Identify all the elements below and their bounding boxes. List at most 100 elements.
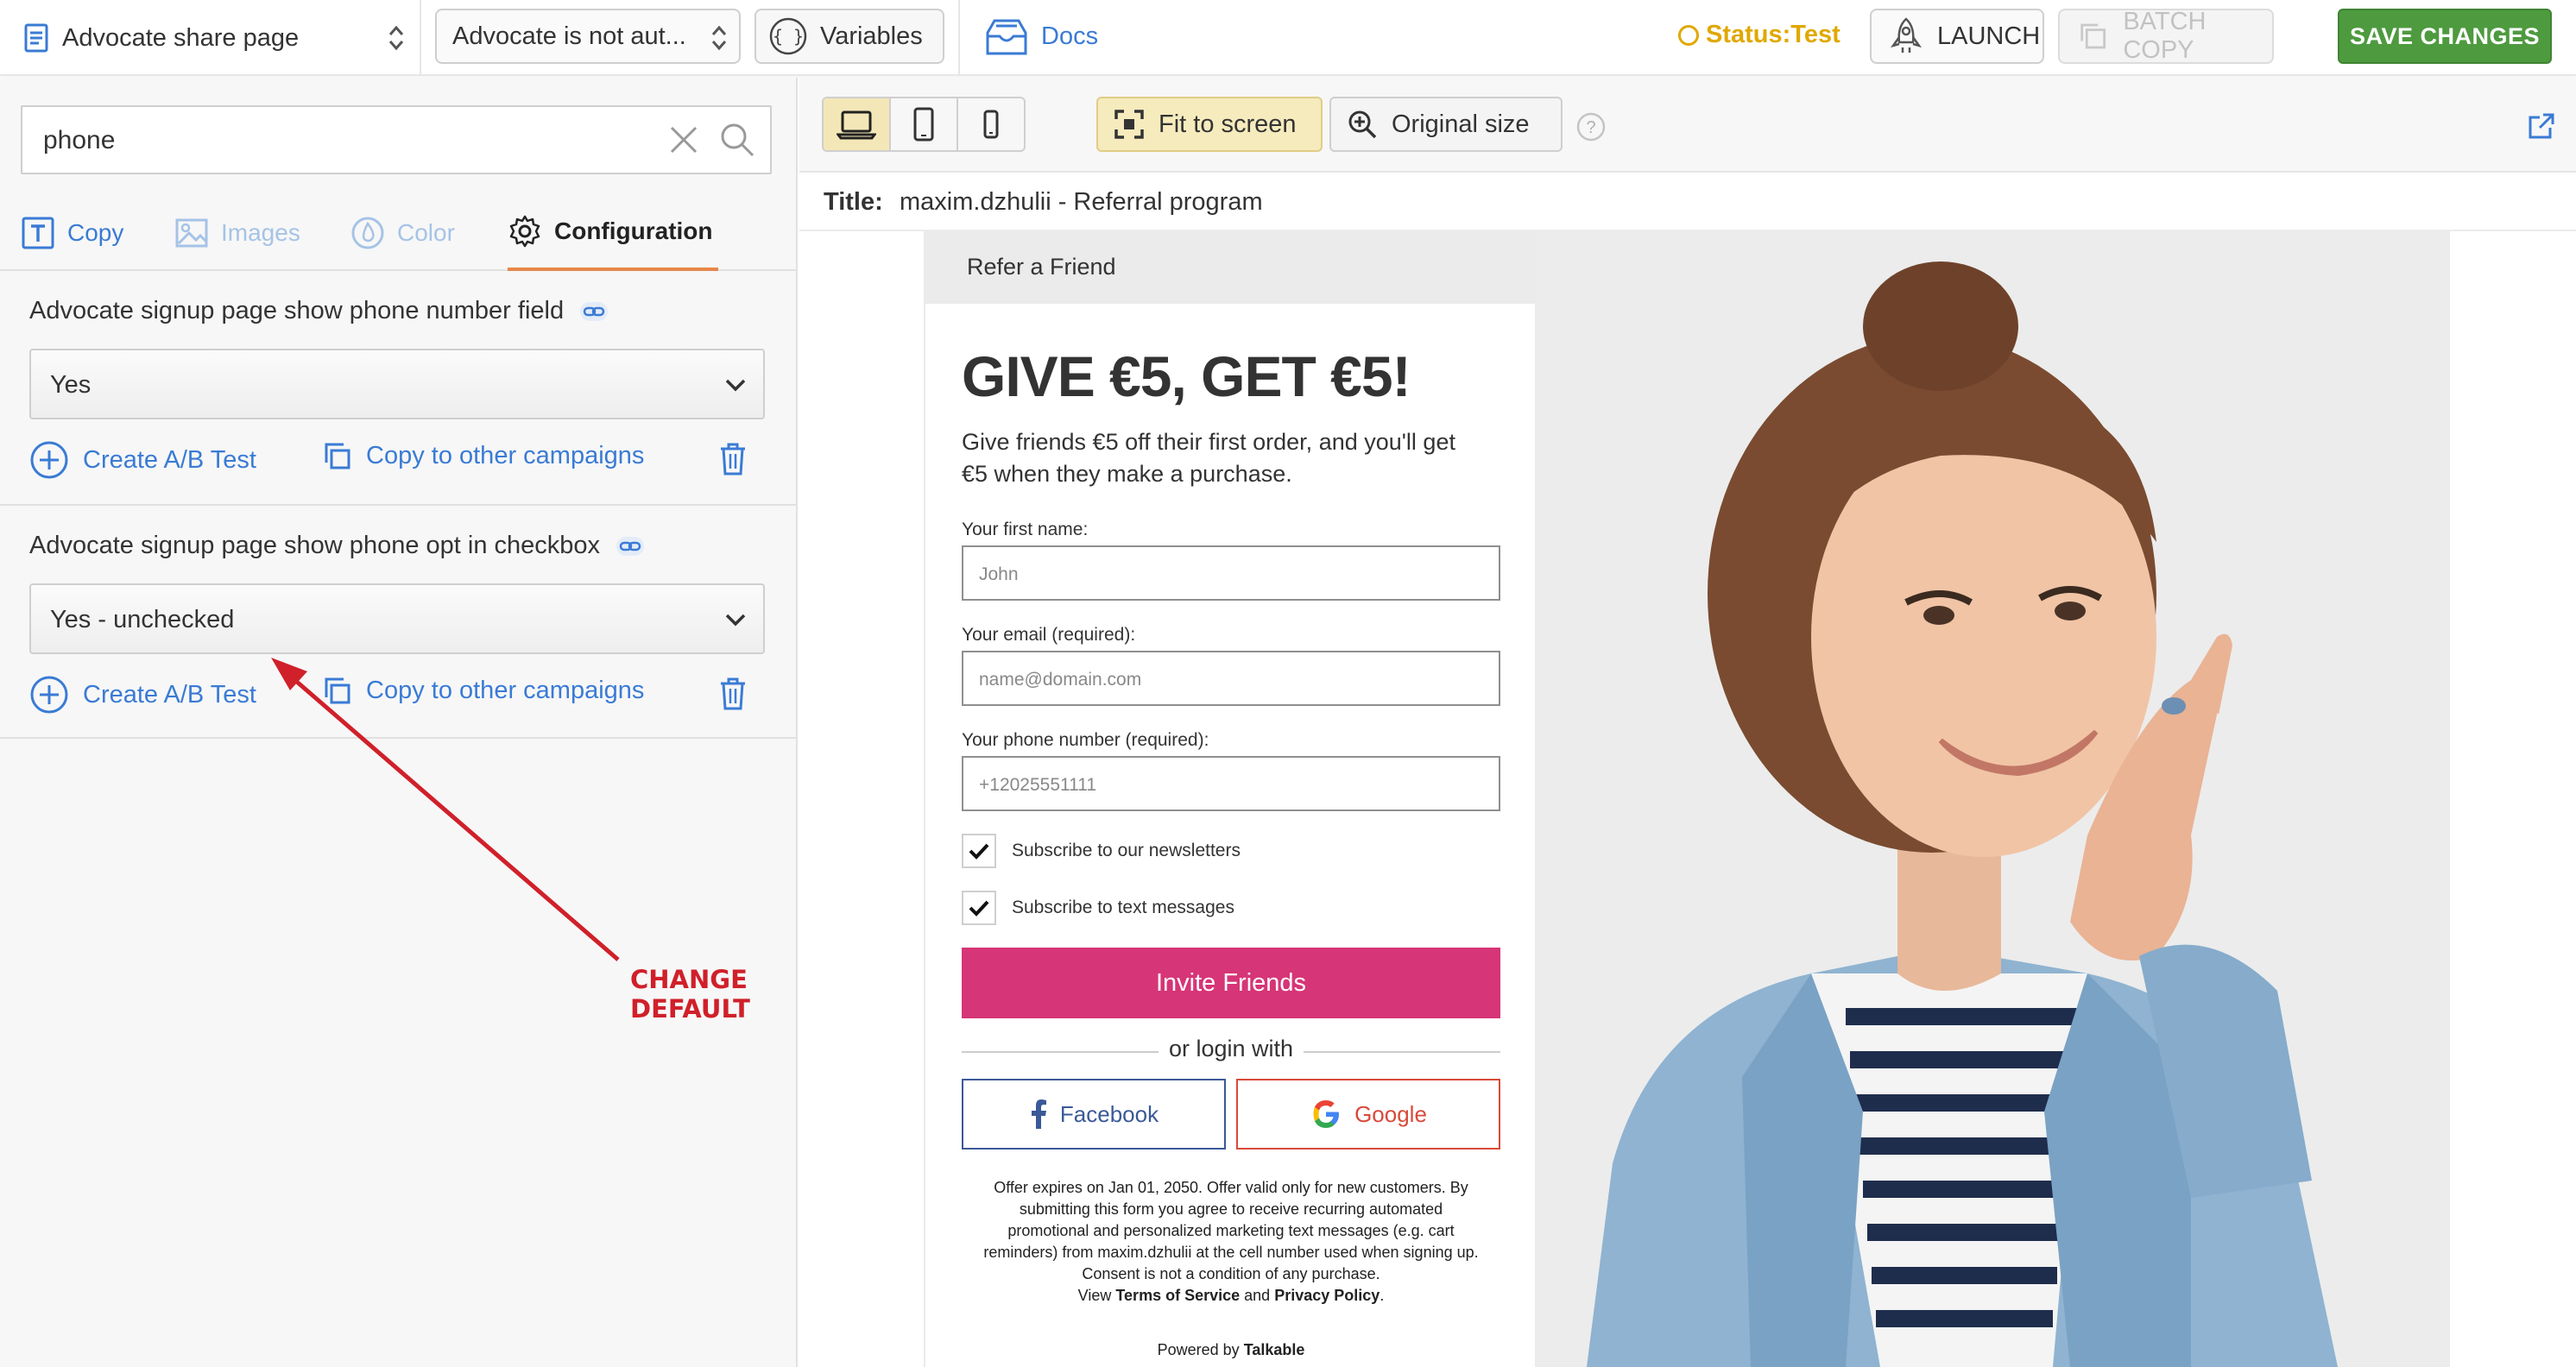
create-ab-test-button[interactable]: Create A/B Test xyxy=(29,440,256,480)
terms-link[interactable]: Terms of Service xyxy=(1115,1287,1240,1304)
checkmark-icon xyxy=(969,843,989,860)
preview-toolbar: Fit to screen Original size ? xyxy=(799,78,2576,173)
setting-title-label: Advocate signup page show phone opt in c… xyxy=(29,532,601,559)
email-input[interactable]: name@domain.com xyxy=(962,651,1500,706)
mobile-view-button[interactable] xyxy=(958,98,1024,150)
email-placeholder: name@domain.com xyxy=(979,670,1142,690)
page-select[interactable]: Advocate share page xyxy=(17,10,414,66)
copy-to-campaigns-button[interactable]: Copy to other campaigns xyxy=(323,675,644,706)
fine-print-text: Offer expires on Jan 01, 2050. Offer val… xyxy=(983,1179,1479,1282)
preview-title-bar: Title: maxim.dzhulii - Referral program xyxy=(799,173,2576,231)
invite-friends-button[interactable]: Invite Friends xyxy=(962,948,1500,1018)
powered-brand[interactable]: Talkable xyxy=(1244,1341,1305,1358)
fit-to-screen-label: Fit to screen xyxy=(1159,110,1297,138)
text-messages-checkbox[interactable]: Subscribe to text messages xyxy=(962,891,1234,925)
top-bar: Advocate share page Advocate is not aut.… xyxy=(0,0,2576,76)
help-icon[interactable]: ? xyxy=(1576,112,1606,142)
annotation-label: CHANGE DEFAULT xyxy=(630,965,750,1024)
create-ab-test-button[interactable]: Create A/B Test xyxy=(29,675,256,715)
or-login-label: or login with xyxy=(1168,1036,1294,1061)
widget-header-label: Refer a Friend xyxy=(967,254,1116,280)
phone-opt-in-select[interactable]: Yes - unchecked xyxy=(29,583,765,654)
status-dot-icon xyxy=(1678,24,1699,46)
plus-circle-icon xyxy=(30,676,68,714)
referral-widget: Refer a Friend GIVE €5, GET €5! Give fri… xyxy=(924,231,2450,1367)
copy-icon xyxy=(325,677,350,704)
desktop-view-button[interactable] xyxy=(824,98,891,150)
tab-color[interactable]: Color xyxy=(350,195,455,271)
facebook-icon xyxy=(1031,1099,1046,1129)
save-changes-button[interactable]: SAVE CHANGES xyxy=(2338,9,2552,64)
checkmark-icon xyxy=(969,900,989,917)
link-icon[interactable] xyxy=(579,301,609,322)
trash-icon[interactable] xyxy=(718,677,748,711)
status-label: Status:Test xyxy=(1706,21,1840,48)
powered-prefix: Powered by xyxy=(1157,1341,1240,1358)
copy-icon xyxy=(2080,23,2106,49)
search-field[interactable]: phone xyxy=(21,105,772,174)
title-label: Title: xyxy=(824,188,883,216)
chevron-down-icon xyxy=(725,614,746,627)
privacy-link[interactable]: Privacy Policy xyxy=(1274,1287,1380,1304)
tab-copy-label: Copy xyxy=(67,219,124,246)
email-label: Your email (required): xyxy=(962,625,1136,645)
tab-configuration-label: Configuration xyxy=(554,217,713,244)
docs-link[interactable]: Docs xyxy=(984,16,1098,57)
fine-print: Offer expires on Jan 01, 2050. Offer val… xyxy=(983,1179,1479,1304)
updown-icon xyxy=(388,25,404,51)
hero-photo xyxy=(1535,231,2450,1367)
svg-text:?: ? xyxy=(1586,118,1595,137)
fit-to-screen-button[interactable]: Fit to screen xyxy=(1096,97,1323,152)
tablet-icon xyxy=(913,107,934,142)
tab-images[interactable]: Images xyxy=(174,195,300,271)
gear-icon xyxy=(509,215,540,248)
rocket-icon xyxy=(1890,17,1923,53)
phone-input[interactable]: +12025551111 xyxy=(962,756,1500,811)
divider xyxy=(958,0,960,76)
phone-field-select[interactable]: Yes xyxy=(29,349,765,419)
laptop-icon xyxy=(837,110,876,140)
view-prefix: View xyxy=(1077,1287,1112,1304)
facebook-label: Facebook xyxy=(1059,1100,1159,1127)
document-icon xyxy=(24,23,48,53)
tab-color-label: Color xyxy=(397,219,455,246)
variables-button[interactable]: { } Variables xyxy=(754,9,944,64)
original-size-button[interactable]: Original size xyxy=(1329,97,1563,152)
tab-configuration[interactable]: Configuration xyxy=(508,195,718,271)
newsletter-checkbox[interactable]: Subscribe to our newsletters xyxy=(962,834,1241,868)
copy-to-campaigns-button[interactable]: Copy to other campaigns xyxy=(323,440,644,471)
setting-actions: Create A/B Test Copy to other campaigns xyxy=(29,440,772,483)
offer-headline: GIVE €5, GET €5! xyxy=(962,344,1411,408)
tablet-view-button[interactable] xyxy=(891,98,958,150)
trash-icon[interactable] xyxy=(718,442,748,476)
search-icon[interactable] xyxy=(718,121,756,159)
launch-button[interactable]: LAUNCH xyxy=(1870,9,2044,64)
auth-select[interactable]: Advocate is not aut... xyxy=(435,9,741,64)
clear-icon[interactable] xyxy=(666,123,701,157)
link-icon[interactable] xyxy=(616,536,645,557)
docs-label: Docs xyxy=(1041,22,1099,50)
and-text: and xyxy=(1244,1287,1271,1304)
expand-icon xyxy=(1114,110,1144,139)
search-input[interactable]: phone xyxy=(43,126,115,155)
droplet-icon xyxy=(351,217,384,249)
woman-photo-image xyxy=(1535,231,2450,1367)
svg-text:{ }: { } xyxy=(773,26,804,47)
setting-phone-field: Advocate signup page show phone number f… xyxy=(0,271,798,506)
braces-icon: { } xyxy=(769,17,807,55)
phone-placeholder: +12025551111 xyxy=(979,775,1097,795)
updown-icon xyxy=(711,25,727,51)
auth-select-label: Advocate is not aut... xyxy=(452,22,686,50)
select-value: Yes - unchecked xyxy=(50,606,235,633)
first-name-label: Your first name: xyxy=(962,520,1089,539)
first-name-input[interactable]: John xyxy=(962,545,1500,601)
or-login-divider: or login with xyxy=(962,1036,1500,1067)
google-login-button[interactable]: Google xyxy=(1236,1079,1500,1150)
batch-copy-button[interactable]: BATCH COPY xyxy=(2058,8,2274,64)
zoom-icon xyxy=(1348,110,1377,139)
tab-copy[interactable]: Copy xyxy=(21,195,123,271)
setting-title-label: Advocate signup page show phone number f… xyxy=(29,297,565,324)
preview-stage: Refer a Friend GIVE €5, GET €5! Give fri… xyxy=(799,231,2576,1367)
facebook-login-button[interactable]: Facebook xyxy=(962,1079,1226,1150)
external-link-icon[interactable] xyxy=(2528,112,2555,140)
